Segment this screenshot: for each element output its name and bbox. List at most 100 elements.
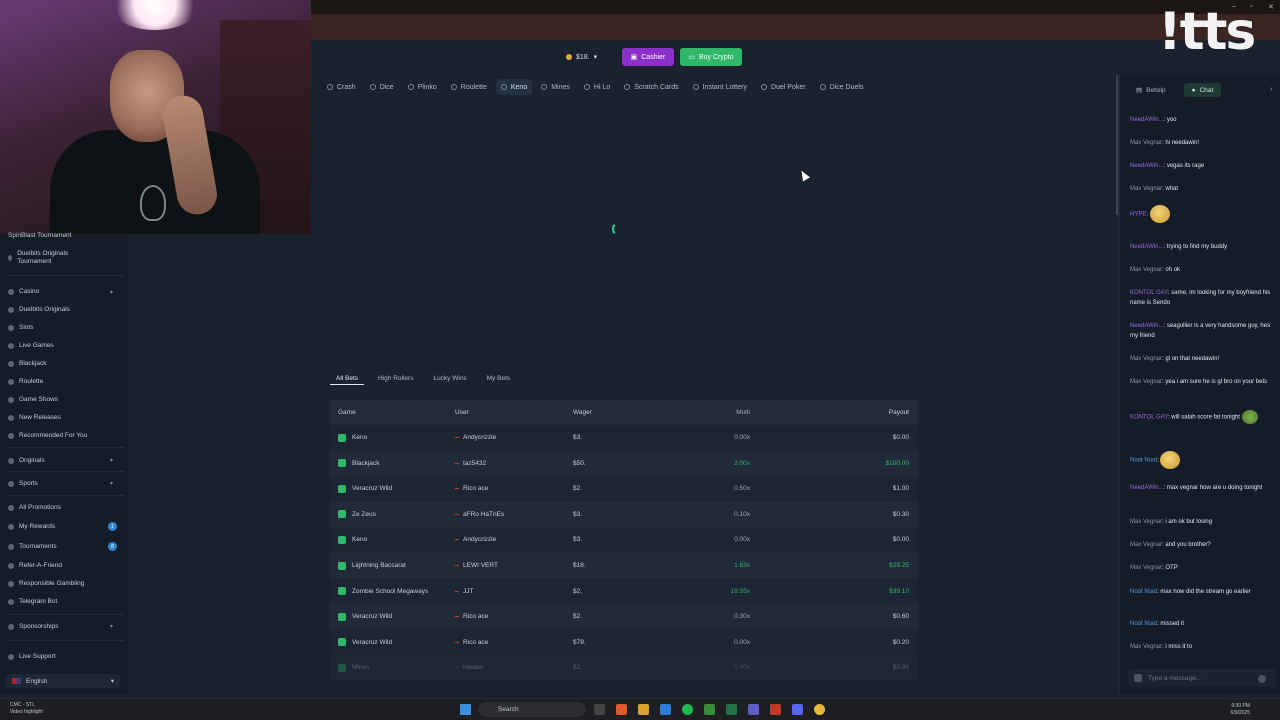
tab-dice[interactable]: Dice — [365, 79, 399, 95]
minecraft-icon[interactable] — [704, 704, 715, 715]
outlook-icon[interactable] — [660, 704, 671, 715]
tab-duel-poker[interactable]: Duel Poker — [756, 79, 811, 95]
sidebar-item-duelbits-originals[interactable]: Duelbits Originals — [8, 306, 70, 313]
chat-username[interactable]: Noot Noot — [1130, 589, 1157, 595]
table-row[interactable]: Keno Andycrizzle $3. 0.00x $0.00 — [330, 527, 918, 552]
sidebar-item-responsible-gambling[interactable]: Responsible Gambling — [8, 580, 84, 587]
language-select[interactable]: English ▾ — [6, 674, 120, 688]
chat-username[interactable]: Max Vegnar — [1130, 140, 1162, 146]
browser-icon[interactable] — [616, 704, 627, 715]
maximize-icon[interactable]: ▫ — [1250, 3, 1252, 10]
chat-username[interactable]: Max Vegnar — [1130, 356, 1162, 362]
table-row[interactable]: Mines Hidden $2. 0.00x $0.00 — [330, 655, 918, 680]
teams-icon[interactable] — [748, 704, 759, 715]
close-icon[interactable]: ✕ — [1268, 3, 1274, 11]
taskbar-search[interactable]: Search — [478, 702, 586, 717]
discord-icon[interactable] — [792, 704, 803, 715]
collapse-arrow-icon[interactable]: › — [1270, 86, 1272, 93]
folder-icon[interactable] — [638, 704, 649, 715]
chat-username[interactable]: KONTOL GAY — [1130, 290, 1168, 296]
sidebar-item-blackjack[interactable]: Blackjack — [8, 360, 46, 367]
buy-crypto-button[interactable]: ▭ Buy Crypto — [680, 48, 742, 66]
chat-username[interactable]: Max Vegnar — [1130, 186, 1162, 192]
chat-username[interactable]: Max Vegnar — [1130, 379, 1162, 385]
file-explorer-icon[interactable] — [594, 704, 605, 715]
table-row[interactable]: Ze Zeus aFRo HaTnEs $3. 0.10x $0.30 — [330, 501, 918, 527]
cell-payout: $0.00 — [892, 434, 909, 441]
cashier-button[interactable]: ▣ Cashier — [622, 48, 674, 66]
table-row[interactable]: Blackjack taz5432 $50. 2.00x $100.00 — [330, 450, 918, 476]
sidebar-item-my-rewards[interactable]: My Rewards — [8, 523, 55, 530]
chat-username[interactable]: NeedAWin... — [1130, 323, 1163, 329]
sidebar-item-recommended[interactable]: Recommended For You — [8, 432, 87, 439]
chevron-up-icon[interactable]: ▴ — [110, 288, 113, 295]
sidebar-item-refer-a-friend[interactable]: Refer-A-Friend — [8, 562, 62, 569]
sidebar-item-live-games[interactable]: Live Games — [8, 342, 54, 349]
table-row[interactable]: Veracruz Wild Rico ace $2. 0.30x $0.60 — [330, 604, 918, 630]
sidebar-item-all-promotions[interactable]: All Promotions — [8, 504, 61, 511]
chat-input[interactable]: Type a message... — [1128, 669, 1276, 687]
sidebar-sponsorships-header[interactable]: Sponsorships — [8, 623, 58, 630]
table-row[interactable]: Keno Andycrizzle $3. 0.00x $0.00 — [330, 425, 918, 450]
chat-username[interactable]: Max Vegnar — [1130, 267, 1162, 273]
sidebar-item-roulette[interactable]: Roulette — [8, 378, 43, 385]
chat-username[interactable]: Max Vegnar — [1130, 519, 1162, 525]
taskbar-clock[interactable]: 9:30 PM 6/9/2025 — [1180, 703, 1250, 717]
tab-my-bets[interactable]: My Bets — [481, 372, 516, 385]
tab-dice-duels[interactable]: Dice Duels — [815, 79, 869, 95]
sidebar-item-telegram-bot[interactable]: Telegram Bot — [8, 598, 57, 605]
chevron-down-icon[interactable]: ▾ — [110, 623, 113, 630]
tab-betslip[interactable]: ▤ Betslip — [1128, 83, 1174, 97]
sidebar-item-live-support[interactable]: Live Support — [8, 653, 56, 660]
chevron-down-icon[interactable]: ▾ — [110, 480, 113, 487]
sidebar-originals-header[interactable]: Originals — [8, 457, 45, 464]
sidebar-item-new-releases[interactable]: New Releases — [8, 414, 61, 421]
cell-game: Lightning Baccarat — [338, 561, 406, 570]
chat-username[interactable]: NeedAWin... — [1130, 485, 1163, 491]
obs-icon[interactable] — [770, 704, 781, 715]
tab-crash[interactable]: Crash — [322, 79, 361, 95]
tab-keno[interactable]: Keno — [495, 79, 533, 95]
table-row[interactable]: Veracruz Wild Rico ace $2. 0.50x $1.00 — [330, 476, 918, 501]
sidebar-item-game-shows[interactable]: Game Shows — [8, 396, 58, 403]
tab-lucky-wins[interactable]: Lucky Wins — [427, 372, 472, 385]
chat-username[interactable]: HYPE — [1130, 212, 1146, 218]
emoji-icon[interactable] — [1134, 674, 1142, 682]
sidebar-sports-header[interactable]: Sports — [8, 480, 38, 487]
chat-username[interactable]: NeedAWin... — [1130, 163, 1163, 169]
wallet-balance[interactable]: $18. ▾ — [560, 49, 603, 65]
chat-username[interactable]: NeedAWin... — [1130, 244, 1163, 250]
chat-username[interactable]: Noot Noot — [1130, 621, 1157, 627]
chat-username[interactable]: KONTOL GAY — [1130, 415, 1168, 421]
chat-username[interactable]: NeedAWin... — [1130, 117, 1163, 123]
windows-start-icon[interactable] — [460, 704, 471, 715]
sidebar-casino-header[interactable]: Casino — [8, 288, 39, 295]
minimize-icon[interactable]: – — [1232, 3, 1236, 10]
tab-chat[interactable]: ● Chat — [1183, 83, 1222, 97]
tab-all-bets[interactable]: All Bets — [330, 372, 365, 385]
sidebar-item-originals-tournament[interactable]: Duelbits Originals Tournament — [8, 250, 78, 266]
tab-instant-lottery[interactable]: Instant Lottery — [688, 79, 752, 95]
chevron-down-icon[interactable]: ▾ — [110, 457, 113, 464]
table-row[interactable]: Lightning Baccarat LEWI VERT $18. 1.63x $29.… — [330, 553, 918, 578]
chat-username[interactable]: Max Vegnar — [1130, 542, 1162, 548]
sidebar-item-spinblast[interactable]: SpinBlast Tournament — [8, 232, 71, 239]
excel-icon[interactable] — [726, 704, 737, 715]
tab-mines[interactable]: Mines — [536, 79, 575, 95]
table-row[interactable]: Zombie School Megaways JJT $2. 19.55x $39.10 — [330, 579, 918, 604]
spotify-icon[interactable] — [682, 704, 693, 715]
tab-high-rollers[interactable]: High Rollers — [372, 372, 419, 385]
tab-hilo[interactable]: Hi Lo — [579, 79, 615, 95]
tab-roulette[interactable]: Roulette — [446, 79, 492, 95]
chat-username[interactable]: Max Vegnar — [1130, 565, 1162, 571]
table-row[interactable]: Veracruz Wild Rico ace $79. 0.00x $0.20 — [330, 630, 918, 655]
chat-username[interactable]: Noot Noot — [1130, 458, 1157, 464]
sidebar-item-tournaments[interactable]: Tournaments — [8, 543, 57, 550]
chrome-icon[interactable] — [814, 704, 825, 715]
tab-plinko[interactable]: Plinko — [403, 79, 442, 95]
taskbar-media[interactable]: CMC - STL Video highlight — [10, 702, 43, 716]
sidebar-item-slots[interactable]: Slots — [8, 324, 33, 331]
chat-username[interactable]: Max Vegnar — [1130, 644, 1162, 650]
tab-scratch-cards[interactable]: Scratch Cards — [619, 79, 683, 95]
send-icon[interactable] — [1258, 675, 1266, 683]
